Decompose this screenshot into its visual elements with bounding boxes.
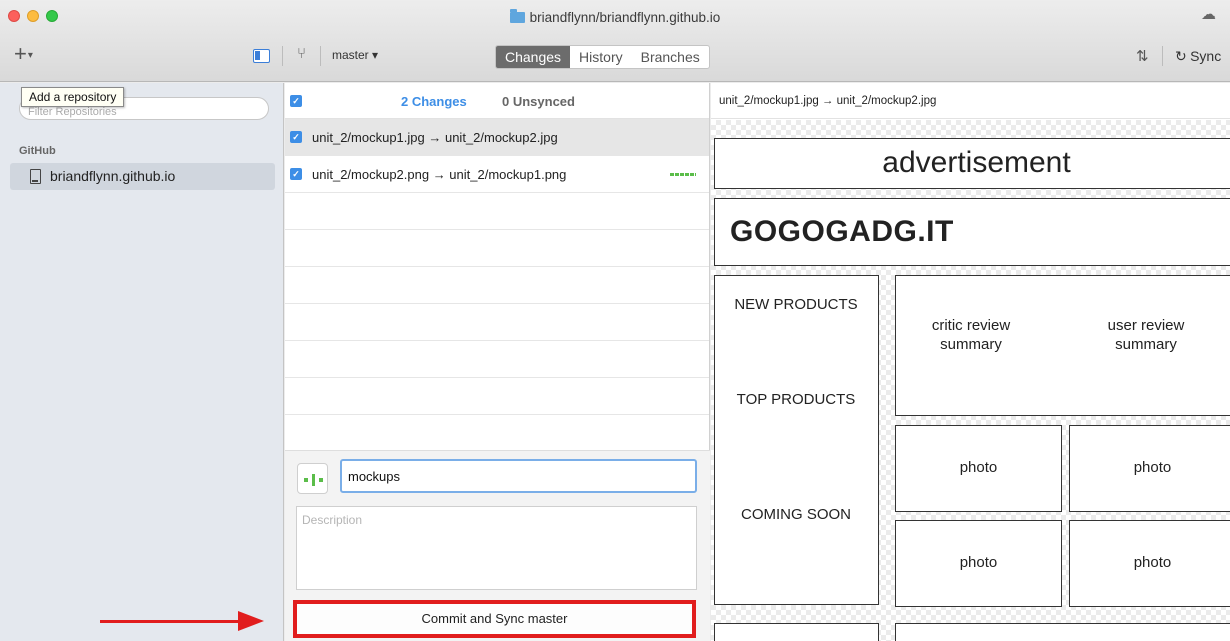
empty-row: [285, 415, 709, 452]
changes-count[interactable]: 2 Changes: [401, 94, 467, 109]
window-toolbar: briandflynn/briandflynn.github.io ☁ +▾ ⑂…: [0, 0, 1230, 82]
tab-changes[interactable]: Changes: [496, 46, 571, 68]
toolbar-divider: [282, 46, 283, 66]
annotation-arrow: [100, 611, 264, 631]
commit-description-input[interactable]: [296, 506, 697, 590]
file-checkbox[interactable]: ✓: [290, 168, 302, 180]
toolbar-divider: [1162, 46, 1163, 66]
sync-button[interactable]: ↻ Sync: [1175, 48, 1221, 65]
mockup-footer-box: [714, 623, 879, 641]
user-avatar: [297, 463, 328, 494]
image-diff-preview: advertisement GOGOGADG.IT NEW PRODUCTS T…: [711, 120, 1230, 641]
sync-icon: ↻: [1175, 48, 1187, 64]
mockup-logo: GOGOGADG.IT: [714, 198, 1230, 266]
diff-panel: unit_2/mockup1.jpg → unit_2/mockup2.jpg …: [711, 83, 1230, 641]
empty-row: [285, 267, 709, 304]
diff-file-path: unit_2/mockup1.jpg → unit_2/mockup2.jpg: [711, 83, 1230, 119]
mockup-nav-item: TOP PRODUCTS: [736, 391, 856, 408]
folder-icon: [509, 9, 525, 23]
empty-row: [285, 304, 709, 341]
mockup-nav-item: NEW PRODUCTS: [734, 296, 858, 313]
changed-file-row[interactable]: ✓ unit_2/mockup2.png → unit_2/mockup1.pn…: [285, 156, 709, 193]
commit-summary-input[interactable]: [340, 459, 697, 493]
add-repository-button[interactable]: +▾: [14, 43, 33, 66]
sidebar-section-github: GitHub: [19, 145, 56, 157]
changed-file-name: unit_2/mockup1.jpg → unit_2/mockup2.jpg: [312, 130, 558, 145]
create-branch-icon[interactable]: ⑂: [297, 45, 306, 62]
changed-file-row[interactable]: ✓ unit_2/mockup1.jpg → unit_2/mockup2.jp…: [285, 119, 709, 156]
tab-branches[interactable]: Branches: [632, 46, 709, 68]
sidebar-item-repository[interactable]: briandflynn.github.io: [10, 163, 275, 190]
view-segmented-control: Changes History Branches: [495, 45, 710, 69]
chevron-down-icon: ▾: [27, 50, 33, 61]
window-title: briandflynn/briandflynn.github.io: [0, 9, 1230, 25]
repository-name: briandflynn.github.io: [50, 168, 176, 184]
tab-history[interactable]: History: [570, 46, 632, 68]
commit-and-sync-button[interactable]: Commit and Sync master: [293, 600, 696, 638]
add-repository-tooltip: Add a repository: [21, 87, 125, 107]
mockup-advertisement: advertisement: [714, 138, 1230, 189]
commit-panel: Commit and Sync master: [285, 450, 710, 641]
diff-stat-indicator: [670, 173, 696, 176]
pull-request-icon[interactable]: ⇅: [1136, 47, 1149, 65]
toolbar-divider: [320, 46, 321, 66]
empty-row: [285, 378, 709, 415]
select-all-checkbox[interactable]: ✓: [290, 95, 302, 107]
cloud-upload-icon[interactable]: ☁: [1201, 5, 1216, 23]
changed-file-name: unit_2/mockup2.png → unit_2/mockup1.png: [312, 167, 567, 182]
mockup-nav: NEW PRODUCTS TOP PRODUCTS COMING SOON: [714, 275, 879, 605]
mockup-photo: photo: [1069, 520, 1230, 607]
changes-header: ✓ 2 Changes 0 Unsynced: [285, 83, 709, 119]
mockup-footer-box: [895, 623, 1230, 641]
unsynced-count[interactable]: 0 Unsynced: [502, 94, 575, 109]
repository-sidebar: Filter Repositories Add a repository Git…: [0, 83, 284, 641]
repository-icon: [30, 169, 41, 184]
branch-selector[interactable]: master ▾: [332, 48, 378, 62]
mockup-photo: photo: [895, 425, 1062, 512]
mockup-nav-item: COMING SOON: [740, 506, 851, 523]
mockup-photo: photo: [895, 520, 1062, 607]
toggle-sidebar-icon[interactable]: [253, 49, 270, 63]
mockup-photo: photo: [1069, 425, 1230, 512]
file-checkbox[interactable]: ✓: [290, 131, 302, 143]
mockup-critic-review: critic review summary: [931, 317, 1011, 353]
mockup-user-review: user review summary: [1107, 317, 1185, 353]
empty-row: [285, 230, 709, 267]
empty-row: [285, 341, 709, 378]
empty-row: [285, 193, 709, 230]
mockup-reviews: critic review summary user review summar…: [895, 275, 1230, 416]
